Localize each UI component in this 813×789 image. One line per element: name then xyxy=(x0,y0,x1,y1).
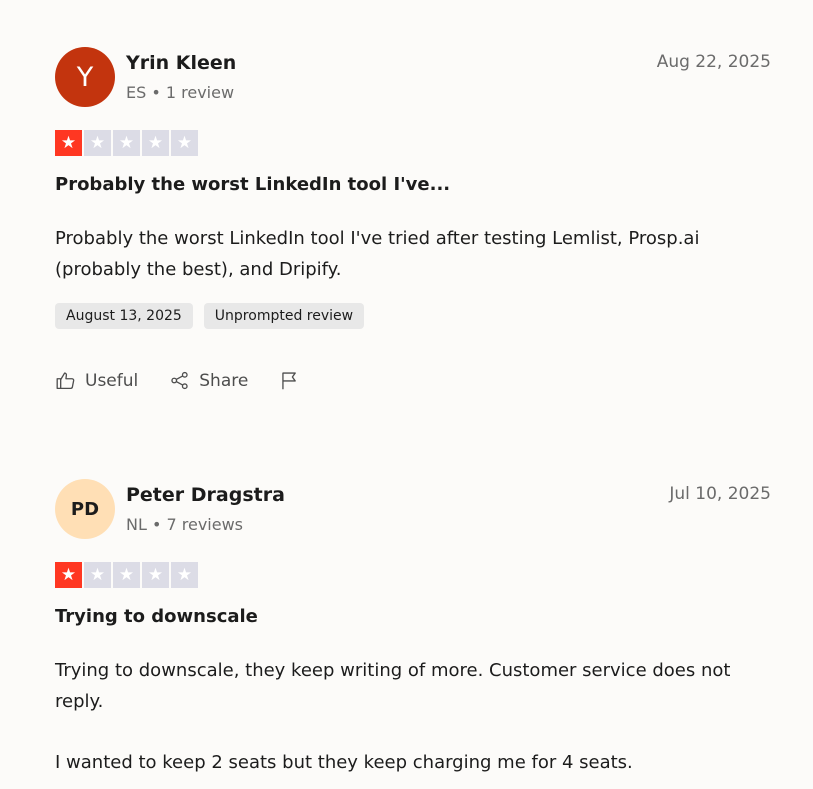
review-paragraph: Probably the worst LinkedIn tool I've tr… xyxy=(55,228,700,280)
avatar[interactable]: PD xyxy=(55,479,115,539)
review-body: Trying to downscale, they keep writing o… xyxy=(55,655,771,778)
experience-date-badge: August 13, 2025 xyxy=(55,303,193,329)
star-icon: ★ xyxy=(55,130,82,156)
share-button[interactable]: Share xyxy=(169,370,248,391)
star-rating: ★ ★ ★ ★ ★ xyxy=(55,130,198,156)
star-icon: ★ xyxy=(55,562,82,588)
report-button[interactable] xyxy=(279,370,300,391)
review-date: Jul 10, 2025 xyxy=(669,484,771,504)
review-title[interactable]: Trying to downscale xyxy=(55,606,258,627)
star-icon: ★ xyxy=(142,130,169,156)
reviewer-name[interactable]: Yrin Kleen xyxy=(126,52,236,74)
share-label: Share xyxy=(199,370,249,391)
review-body: Probably the worst LinkedIn tool I've tr… xyxy=(55,223,771,285)
review-date: Aug 22, 2025 xyxy=(656,52,771,72)
share-icon xyxy=(171,371,188,390)
reviewer-name[interactable]: Peter Dragstra xyxy=(126,484,285,506)
star-rating: ★ ★ ★ ★ ★ xyxy=(55,562,198,588)
review-paragraph: I wanted to keep 2 seats but they keep c… xyxy=(55,752,633,773)
star-icon: ★ xyxy=(142,562,169,588)
review-actions: Useful Share xyxy=(55,370,300,391)
review-tags: August 13, 2025 Unprompted review xyxy=(55,303,365,329)
star-icon: ★ xyxy=(113,130,140,156)
useful-label: Useful xyxy=(85,370,139,391)
flag-icon xyxy=(282,372,297,390)
review-paragraph: Trying to downscale, they keep writing o… xyxy=(55,660,731,712)
star-icon: ★ xyxy=(84,130,111,156)
star-icon: ★ xyxy=(113,562,140,588)
reviewer-meta: NL • 7 reviews xyxy=(126,515,244,534)
star-icon: ★ xyxy=(171,130,198,156)
useful-button[interactable]: Useful xyxy=(55,370,138,391)
star-icon: ★ xyxy=(84,562,111,588)
thumbs-up-icon xyxy=(56,372,75,390)
review-title[interactable]: Probably the worst LinkedIn tool I've... xyxy=(55,174,450,195)
reviewer-meta: ES • 1 review xyxy=(126,83,235,102)
star-icon: ★ xyxy=(171,562,198,588)
avatar[interactable]: Y xyxy=(55,47,115,107)
review-type-badge[interactable]: Unprompted review xyxy=(203,303,365,329)
